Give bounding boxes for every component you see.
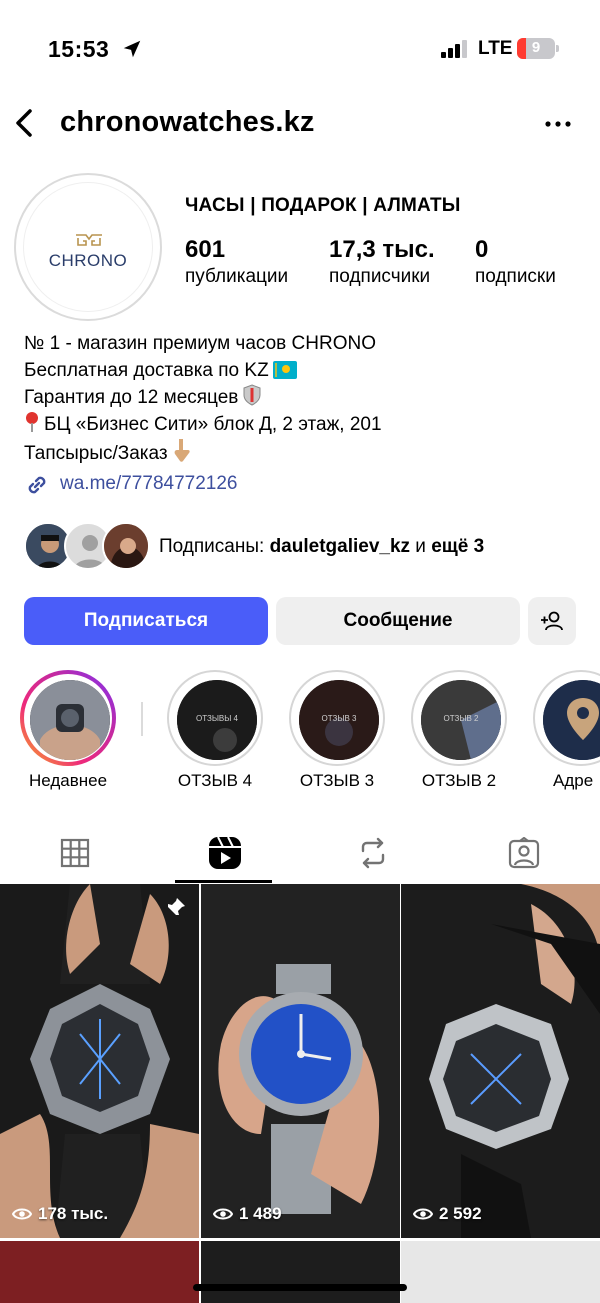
pointing-down-icon xyxy=(174,439,190,462)
followed-by[interactable]: Подписаны: dauletgaliev_kz и ещё 3 xyxy=(24,522,584,572)
stat-followers-value: 17,3 тыс. xyxy=(329,236,435,263)
tab-reels[interactable] xyxy=(150,822,300,884)
bio-line: БЦ «Бизнес Сити» блок Д, 2 этаж, 201 xyxy=(24,411,584,438)
status-time: 15:53 xyxy=(48,36,110,62)
tab-posts-grid[interactable] xyxy=(0,822,150,884)
bio-line: № 1 - магазин премиум часов CHRONO xyxy=(24,333,376,354)
highlight-cover-label: ОТЗЫВ 3 xyxy=(321,714,357,723)
reels-icon xyxy=(209,836,241,869)
reel-image xyxy=(0,884,199,1238)
story-ring: ОТЗЫВ 2 xyxy=(411,670,507,766)
stat-posts-value: 601 xyxy=(185,236,226,263)
follow-button[interactable]: Подписаться xyxy=(24,597,268,645)
highlights-divider xyxy=(141,702,143,736)
highlight-name: Недавнее xyxy=(28,771,108,790)
story-ring: ОТЗЫВ 3 xyxy=(289,670,385,766)
stat-followers-label: подписчики xyxy=(329,266,431,287)
tagged-user-icon xyxy=(508,837,540,869)
story-ring xyxy=(20,670,116,766)
highlight-thumbnail: ОТЗЫВ 3 xyxy=(299,680,379,760)
reel-thumbnail[interactable] xyxy=(401,1241,600,1303)
highlight-thumbnail xyxy=(543,680,600,760)
view-count: 1 489 xyxy=(213,1204,282,1224)
profile-avatar[interactable]: CHRONO xyxy=(14,173,162,321)
profile-category: ЧАСЫ | ПОДАРОК | АЛМАТЫ xyxy=(185,195,461,216)
profile-header: chronowatches.kz xyxy=(0,96,600,156)
highlight-name: Адре xyxy=(553,771,594,790)
avatar: CHRONO xyxy=(24,183,152,311)
highlight-thumbnail: ОТЗЫВЫ 4 xyxy=(177,680,257,760)
home-indicator[interactable] xyxy=(193,1284,407,1291)
status-bar: 15:53 LTE 9 xyxy=(0,0,600,96)
avatar xyxy=(102,522,150,570)
stat-following-label: подписки xyxy=(475,266,556,287)
reel-thumbnail[interactable]: 1 489 xyxy=(201,884,400,1238)
bio-line: Бесплатная доставка по KZ xyxy=(24,357,584,384)
suggested-users-button[interactable] xyxy=(528,597,576,645)
view-count-text: 2 592 xyxy=(439,1204,482,1223)
followed-by-text: Подписаны: dauletgaliev_kz и ещё 3 xyxy=(159,536,485,557)
highlight-cover-label: ОТЗЫВ 2 xyxy=(443,714,479,723)
network-type: LTE xyxy=(478,38,513,59)
stat-following-value: 0 xyxy=(475,236,489,263)
repost-icon xyxy=(361,837,385,869)
reel-thumbnail[interactable] xyxy=(201,1241,400,1303)
battery-icon: 9 xyxy=(517,38,559,59)
reel-thumbnail[interactable]: 178 тыс. xyxy=(0,884,199,1238)
reel-image xyxy=(401,884,600,1238)
battery-level: 9 xyxy=(531,39,541,56)
stat-followers[interactable]: 17,3 тыс. подписчики xyxy=(329,236,435,288)
story-ring: ОТЗЫВЫ 4 xyxy=(167,670,263,766)
more-options-icon[interactable] xyxy=(540,112,576,136)
highlight-thumbnail xyxy=(30,680,110,760)
reel-image xyxy=(201,884,400,1238)
kazakhstan-flag-icon xyxy=(272,361,297,379)
highlight-cover-label: ОТЗЫВЫ 4 xyxy=(195,714,239,723)
add-person-icon xyxy=(541,611,563,631)
link-icon xyxy=(28,476,46,494)
back-icon[interactable] xyxy=(8,106,42,140)
shield-icon xyxy=(243,384,261,406)
eye-icon xyxy=(12,1208,32,1220)
stat-following[interactable]: 0 подписки xyxy=(475,236,556,288)
cellular-signal-icon xyxy=(441,40,467,58)
highlight-name: ОТЗЫВ 3 xyxy=(299,771,375,790)
message-button[interactable]: Сообщение xyxy=(276,597,520,645)
tab-reposts[interactable] xyxy=(298,822,448,884)
reels-grid: 178 тыс. 1 489 2 592 xyxy=(0,884,600,1303)
stat-posts[interactable]: 601 публикации xyxy=(185,236,288,288)
location-arrow-icon xyxy=(123,40,141,58)
eye-icon xyxy=(413,1208,433,1220)
highlight-thumbnail: ОТЗЫВ 2 xyxy=(421,680,501,760)
avatar-logo-text: CHRONO xyxy=(48,251,128,270)
profile-bio: № 1 - магазин премиум часов CHRONO Беспл… xyxy=(24,330,584,467)
eye-icon xyxy=(213,1208,233,1220)
pinned-icon xyxy=(166,898,185,917)
bio-line: Гарантия до 12 месяцев xyxy=(24,384,584,411)
chrono-logo-icon xyxy=(76,234,102,246)
profile-link-text[interactable]: wa.me/77784772126 xyxy=(60,473,237,495)
stat-posts-label: публикации xyxy=(185,266,289,287)
reel-thumbnail[interactable] xyxy=(0,1241,199,1303)
bio-line: Тапсырыс/Заказ xyxy=(24,438,584,467)
pin-icon xyxy=(26,412,38,432)
view-count: 178 тыс. xyxy=(12,1204,108,1224)
highlight-name: ОТЗЫВ 4 xyxy=(177,771,253,790)
profile-username: chronowatches.kz xyxy=(60,106,315,138)
view-count-text: 1 489 xyxy=(239,1204,282,1223)
story-ring xyxy=(533,670,600,766)
profile-tabs xyxy=(0,822,600,884)
view-count-text: 178 тыс. xyxy=(38,1204,109,1223)
reel-thumbnail[interactable]: 2 592 xyxy=(401,884,600,1238)
tab-tagged[interactable] xyxy=(449,822,599,884)
view-count: 2 592 xyxy=(413,1204,482,1224)
active-tab-indicator xyxy=(175,880,272,883)
highlight-name: ОТЗЫВ 2 xyxy=(421,771,497,790)
grid-icon xyxy=(60,838,90,868)
